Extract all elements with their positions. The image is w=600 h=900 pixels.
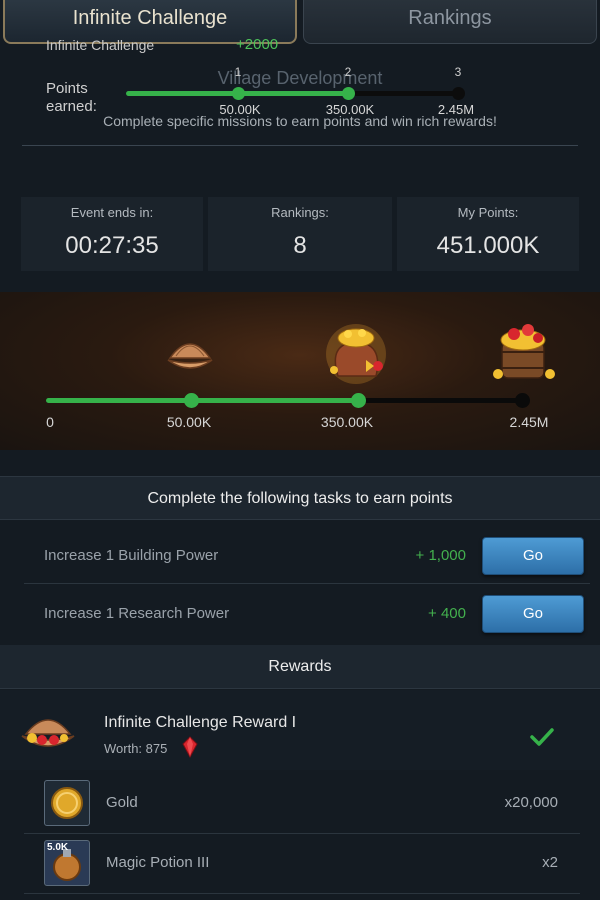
popup-dot-3 — [452, 87, 465, 100]
stat-rankings: Rankings: 8 — [208, 197, 392, 271]
task-row: Increase 1 Building Power + 1,000 Go — [24, 528, 590, 584]
popup-bonus: +2000 — [236, 36, 279, 53]
rewards-header: Rewards — [0, 645, 600, 689]
go-button[interactable]: Go — [482, 537, 584, 575]
milestone-value-1: 50.00K — [166, 414, 212, 430]
stat-my-points: My Points: 451.000K — [397, 197, 579, 271]
milestone-progress-track — [46, 393, 530, 408]
rank-value: 8 — [293, 232, 307, 259]
points-value: 451.000K — [436, 232, 540, 259]
gem-icon — [182, 736, 198, 758]
reward-item-row: Gold x20,000 — [24, 776, 580, 834]
task-label: Increase 1 Research Power — [44, 605, 230, 622]
shell-chest-icon[interactable] — [164, 328, 216, 376]
gold-coin-icon — [44, 780, 90, 826]
task-points: + 1,000 — [415, 547, 466, 564]
stat-label: Event ends in: — [70, 205, 154, 220]
treasure-bag-icon[interactable] — [322, 320, 394, 384]
stat-event-ends: Event ends in: 00:27:35 — [21, 197, 203, 271]
milestone-dot-3 — [515, 393, 530, 408]
reward-item-qty: x20,000 — [504, 794, 558, 811]
reward-worth: Worth: 875 — [104, 741, 168, 756]
reward-tier: Infinite Challenge Reward I Worth: 875 — [0, 690, 600, 770]
divider — [22, 145, 578, 146]
reward-item-row: 5.0K Magic Potion III x2 — [24, 836, 580, 894]
popup-step-1: 1 — [234, 65, 242, 79]
popup-step-3: 3 — [454, 65, 462, 79]
milestone-progress-fill — [46, 398, 358, 403]
milestone-dot-1 — [184, 393, 199, 408]
check-icon — [530, 728, 554, 746]
go-button[interactable]: Go — [482, 595, 584, 633]
task-points: + 400 — [428, 605, 466, 622]
treasure-barrel-icon[interactable] — [490, 320, 560, 386]
milestone-value-0: 0 — [46, 414, 54, 430]
shell-chest-icon — [21, 719, 75, 747]
milestone-value-2: 350.00K — [320, 414, 374, 430]
task-label: Increase 1 Building Power — [44, 547, 219, 564]
points-earned-label: Points earned: — [46, 80, 97, 115]
popup-dot-1 — [232, 87, 245, 100]
reward-item-name: Gold — [106, 794, 138, 811]
points-popup: Infinite Challenge +2000 Points earned: … — [0, 32, 600, 132]
magic-potion-icon: 5.0K — [44, 840, 90, 886]
stat-label: Rankings: — [271, 205, 329, 220]
popup-dot-2 — [342, 87, 355, 100]
milestone-dot-2 — [351, 393, 366, 408]
countdown-timer: 00:27:35 — [65, 232, 159, 259]
item-badge: 5.0K — [47, 842, 69, 853]
popup-value-1: 50.00K — [219, 102, 261, 117]
popup-step-2: 2 — [344, 65, 352, 79]
stat-label: My Points: — [457, 205, 519, 220]
reward-name: Infinite Challenge Reward I — [104, 714, 297, 731]
reward-item-qty: x2 — [542, 854, 558, 871]
tasks-header: Complete the following tasks to earn poi… — [0, 476, 600, 520]
reward-item-name: Magic Potion III — [106, 854, 210, 871]
popup-value-2: 350.00K — [325, 102, 375, 117]
task-row: Increase 1 Research Power + 400 Go — [24, 586, 590, 642]
milestone-banner: 0 50.00K 350.00K 2.45M — [0, 292, 600, 450]
popup-progress-track: 1 2 3 50.00K 350.00K 2.45M — [126, 65, 474, 117]
popup-value-3: 2.45M — [437, 102, 475, 117]
popup-title: Infinite Challenge — [46, 37, 155, 53]
milestone-value-3: 2.45M — [509, 414, 549, 430]
